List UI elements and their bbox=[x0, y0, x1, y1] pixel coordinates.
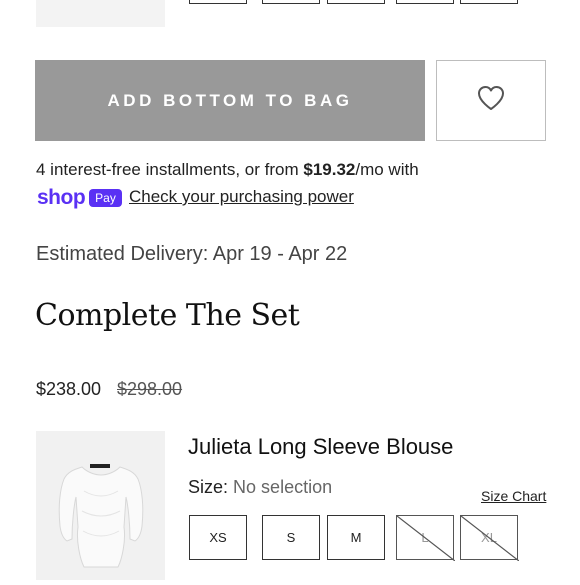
previous-size-option[interactable] bbox=[396, 0, 454, 4]
shop-pay-logo: shop Pay bbox=[37, 186, 122, 209]
size-label: Size: bbox=[188, 477, 229, 497]
installment-amount: $19.32 bbox=[303, 160, 356, 179]
add-to-bag-button[interactable]: ADD BOTTOM TO BAG bbox=[35, 60, 425, 141]
product-image[interactable] bbox=[36, 431, 165, 580]
complete-set-heading: Complete The Set bbox=[35, 298, 300, 333]
size-selection: Size: No selection bbox=[188, 477, 332, 498]
estimated-delivery: Estimated Delivery: Apr 19 - Apr 22 bbox=[36, 243, 348, 265]
previous-size-option[interactable] bbox=[189, 0, 247, 4]
product-name[interactable]: Julieta Long Sleeve Blouse bbox=[188, 434, 453, 460]
previous-product-image bbox=[36, 0, 165, 27]
unavailable-strike-icon bbox=[461, 516, 519, 561]
blouse-illustration bbox=[58, 464, 144, 568]
sale-price: $238.00 bbox=[36, 379, 102, 399]
size-option-m[interactable]: M bbox=[327, 515, 385, 560]
size-value: No selection bbox=[233, 477, 333, 497]
original-price: $298.00 bbox=[117, 379, 183, 399]
size-option-s[interactable]: S bbox=[262, 515, 320, 560]
wishlist-button[interactable] bbox=[436, 60, 546, 141]
unavailable-strike-icon bbox=[397, 516, 455, 561]
previous-size-option[interactable] bbox=[460, 0, 518, 4]
previous-size-option[interactable] bbox=[262, 0, 320, 4]
previous-size-option[interactable] bbox=[327, 0, 385, 4]
installments-text: 4 interest-free installments, or from $1… bbox=[36, 160, 419, 179]
heart-icon bbox=[477, 85, 505, 116]
size-option-l-unavailable[interactable]: L bbox=[396, 515, 455, 561]
size-option-xs[interactable]: XS bbox=[189, 515, 247, 560]
purchasing-power-link[interactable]: Check your purchasing power bbox=[129, 187, 354, 207]
size-option-xl-unavailable[interactable]: XL bbox=[460, 515, 519, 561]
size-chart-link[interactable]: Size Chart bbox=[481, 488, 546, 504]
